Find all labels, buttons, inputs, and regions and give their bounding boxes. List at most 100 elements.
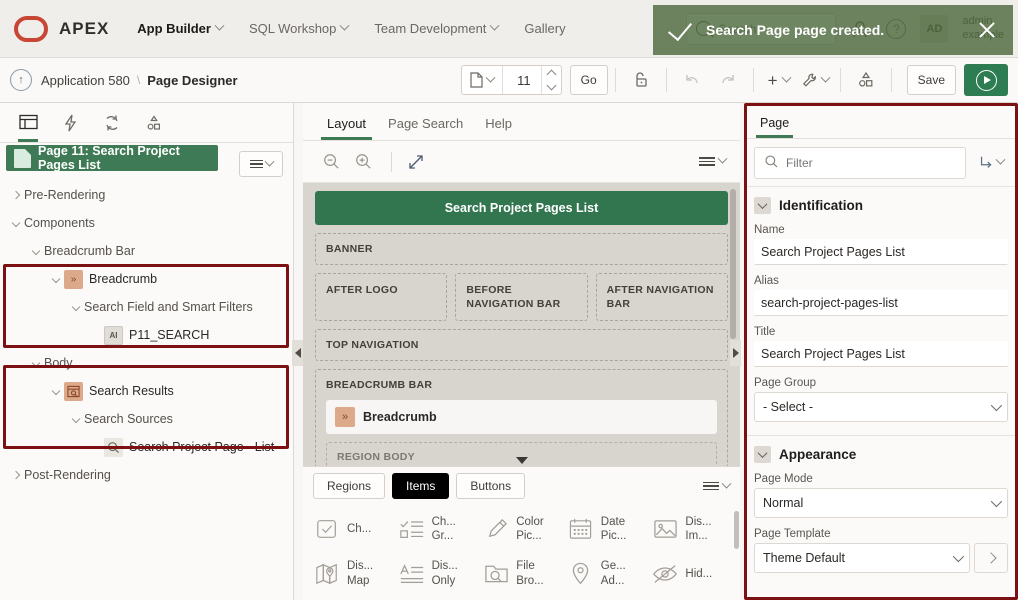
gallery-tab-buttons[interactable]: Buttons (456, 473, 526, 499)
run-button[interactable] (964, 64, 1008, 96)
layout-region-breadcrumb[interactable]: » Breadcrumb (326, 400, 717, 435)
page-type-dropdown[interactable] (462, 66, 502, 94)
utilities-menu-button[interactable] (800, 65, 831, 95)
component-gallery: Regions Items Buttons Ch... Ch... Gr... … (303, 466, 740, 600)
tab-shared-components[interactable] (136, 104, 172, 142)
gallery-item-display-image[interactable]: Dis... Im... (649, 507, 734, 552)
expand-icon[interactable] (402, 148, 430, 176)
gallery-item-checkbox[interactable]: Ch... (311, 507, 396, 552)
tree-item-body[interactable]: Body (0, 349, 293, 377)
page-number-value[interactable]: 11 (503, 66, 541, 94)
chevron-down-icon[interactable] (48, 274, 64, 284)
create-menu-button[interactable]: + (764, 65, 794, 95)
gallery-item-display-map[interactable]: Dis... Map (311, 552, 396, 597)
tree-item-p11-search[interactable]: AI P11_SEARCH (0, 321, 293, 349)
stepper-up-icon[interactable] (546, 69, 557, 80)
chevron-down-icon[interactable] (754, 197, 771, 214)
tree-item-search-sources[interactable]: Search Sources (0, 405, 293, 433)
gallery-item-checkbox-group[interactable]: Ch... Gr... (396, 507, 481, 552)
collapse-right-panel-handle[interactable] (730, 340, 741, 366)
chevron-right-icon[interactable] (8, 190, 24, 200)
property-select-page-mode[interactable]: Normal (754, 488, 1008, 518)
property-value-name[interactable]: Search Project Pages List (754, 239, 1008, 265)
chevron-down-icon[interactable] (8, 218, 24, 228)
gallery-item-display-only[interactable]: Dis... Only (396, 552, 481, 597)
page-template-goto-button[interactable] (974, 543, 1008, 573)
layout-slot-after-logo[interactable]: AFTER LOGO (315, 273, 448, 322)
layout-slot-before-navigation-bar[interactable]: BEFORE NAVIGATION BAR (455, 273, 588, 322)
tree-menu-button[interactable] (239, 151, 283, 177)
tree-item-breadcrumb-bar[interactable]: Breadcrumb Bar (0, 237, 293, 265)
layout-page-title[interactable]: Search Project Pages List (315, 191, 728, 225)
tree-item-search-project-page-list[interactable]: Search Project Page - List (0, 433, 293, 461)
tab-rendering[interactable] (10, 104, 46, 142)
chevron-down-icon[interactable] (48, 386, 64, 396)
tree-item-post-rendering[interactable]: Post-Rendering (0, 461, 293, 489)
gallery-item-file-browse[interactable]: File Bro... (480, 552, 565, 597)
property-value-title[interactable]: Search Project Pages List (754, 341, 1008, 367)
gallery-item-color-picker[interactable]: Color Pic... (480, 507, 565, 552)
tab-dynamic-actions[interactable] (52, 104, 88, 142)
gallery-item-hidden[interactable]: Hid... (649, 552, 734, 597)
chevron-down-icon[interactable] (28, 246, 44, 256)
undo-icon[interactable] (677, 65, 707, 95)
tree-page-node[interactable]: Page 11: Search Project Pages List (6, 144, 218, 172)
layout-slot-top-navigation[interactable]: TOP NAVIGATION (315, 329, 728, 362)
gallery-item-geocoded-address[interactable]: Ge... Ad... (565, 552, 650, 597)
nav-item-sql-workshop[interactable]: SQL Workshop (249, 20, 350, 36)
tree-item-pre-rendering[interactable]: Pre-Rendering (0, 181, 293, 209)
nav-item-app-builder[interactable]: App Builder (137, 20, 225, 36)
layout-scrollbar[interactable] (730, 189, 736, 339)
tab-page-properties[interactable]: Page (756, 116, 794, 138)
property-filter-row (744, 139, 1018, 187)
tree-item-components[interactable]: Components (0, 209, 293, 237)
chevron-right-icon[interactable] (8, 470, 24, 480)
tab-processing[interactable] (94, 104, 130, 142)
tab-layout[interactable]: Layout (317, 116, 376, 140)
navigate-up-button[interactable]: ↑ (10, 69, 32, 91)
nav-item-team-development[interactable]: Team Development (374, 20, 500, 36)
tab-page-search[interactable]: Page Search (378, 116, 473, 140)
chevron-down-icon[interactable] (68, 414, 84, 424)
tab-help[interactable]: Help (475, 116, 522, 140)
gallery-tab-regions[interactable]: Regions (313, 473, 386, 499)
property-section-appearance[interactable]: Appearance (744, 436, 1018, 470)
zoom-out-icon[interactable] (317, 148, 345, 176)
nav-item-gallery[interactable]: Gallery (524, 21, 565, 36)
go-button[interactable]: Go (569, 65, 608, 95)
layout-slot-after-navigation-bar[interactable]: AFTER NAVIGATION BAR (595, 273, 728, 322)
page-selector[interactable]: 11 (460, 65, 562, 95)
property-select-page-group[interactable]: - Select - (754, 392, 1008, 422)
layout-menu-button[interactable] (699, 153, 728, 166)
property-filter-box[interactable] (754, 146, 966, 179)
chevron-down-icon[interactable] (68, 302, 84, 312)
close-icon[interactable] (977, 20, 997, 40)
collapse-left-panel-handle[interactable] (292, 340, 303, 366)
layout-scroll-more[interactable] (303, 457, 740, 464)
gallery-tab-items[interactable]: Items (392, 473, 450, 499)
property-select-page-template[interactable]: Theme Default (754, 543, 970, 573)
breadcrumb-application-link[interactable]: Application 580 (41, 73, 130, 88)
gallery-item-date-picker[interactable]: Date Pic... (565, 507, 650, 552)
tree-item-search-field-and-smart-filters[interactable]: Search Field and Smart Filters (0, 293, 293, 321)
redo-icon[interactable] (713, 65, 743, 95)
tree-item-breadcrumb[interactable]: » Breadcrumb (0, 265, 293, 293)
goto-group-button[interactable] (974, 149, 1008, 177)
shapes-icon[interactable] (851, 65, 881, 95)
property-section-identification[interactable]: Identification (744, 187, 1018, 221)
layout-slot-banner[interactable]: BANNER (315, 233, 728, 265)
gallery-menu-button[interactable] (703, 478, 732, 491)
page-number-stepper[interactable] (542, 66, 561, 94)
tree-item-search-results[interactable]: Search Results (0, 377, 293, 405)
property-value-alias[interactable]: search-project-pages-list (754, 290, 1008, 316)
lock-icon[interactable] (626, 65, 656, 95)
chevron-down-icon[interactable] (28, 358, 44, 368)
layout-slot-breadcrumb-bar[interactable]: BREADCRUMB BAR » Breadcrumb REGION BODY (315, 369, 728, 466)
chevron-down-icon[interactable] (754, 446, 771, 463)
apex-logo-icon[interactable] (14, 15, 48, 42)
save-button[interactable]: Save (906, 65, 956, 95)
zoom-in-icon[interactable] (349, 148, 377, 176)
stepper-down-icon[interactable] (546, 80, 557, 91)
gallery-scrollbar[interactable] (734, 511, 739, 549)
property-filter-input[interactable] (786, 155, 956, 170)
